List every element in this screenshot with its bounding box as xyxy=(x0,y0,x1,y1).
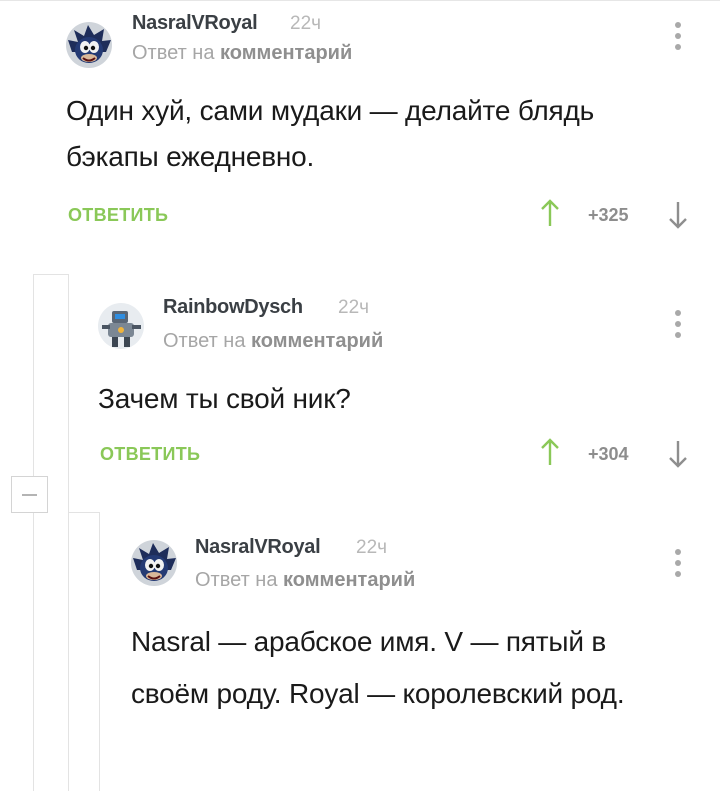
more-options-icon[interactable] xyxy=(674,549,682,577)
avatar[interactable] xyxy=(131,540,177,586)
reply-to-link[interactable]: комментарий xyxy=(283,569,415,591)
reply-to-meta: Ответ на комментарий xyxy=(195,569,415,592)
sonic-avatar-icon xyxy=(131,540,177,586)
comment-3: NasralVRoyal 22ч Ответ на комментарий Na… xyxy=(0,0,720,791)
comment-text: Nasral — арабское имя. V — пятый в своём… xyxy=(131,626,625,709)
username[interactable]: NasralVRoyal xyxy=(195,536,321,559)
comment-time: 22ч xyxy=(356,537,388,558)
reply-to-prefix: Ответ на xyxy=(195,569,278,591)
